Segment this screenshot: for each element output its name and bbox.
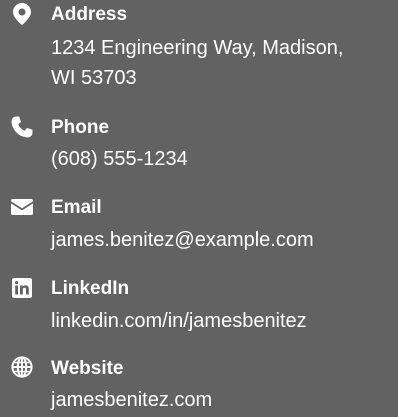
linkedin-link[interactable]: linkedin.com/in/jamesbenitez (51, 306, 307, 337)
address-line-2: WI 53703 (51, 67, 137, 89)
map-marker-icon (9, 3, 35, 25)
email-label: Email (51, 197, 102, 218)
linkedin-icon (9, 277, 35, 299)
phone-link[interactable]: (608) 555-1234 (51, 144, 188, 175)
globe-icon (9, 356, 35, 378)
website-label: Website (51, 358, 124, 379)
phone-label: Phone (51, 117, 110, 138)
email-link[interactable]: james.benitez@example.com (51, 225, 314, 256)
address-line-1: 1234 Engineering Way, Madison, (51, 37, 344, 59)
linkedin-label: LinkedIn (51, 278, 130, 299)
contact-list: Address 1234 Engineering Way, Madison, W… (0, 0, 398, 417)
envelope-icon (9, 196, 35, 218)
phone-icon (9, 116, 35, 138)
address-label: Address (51, 4, 128, 25)
website-link[interactable]: jamesbenitez.com (51, 385, 212, 416)
